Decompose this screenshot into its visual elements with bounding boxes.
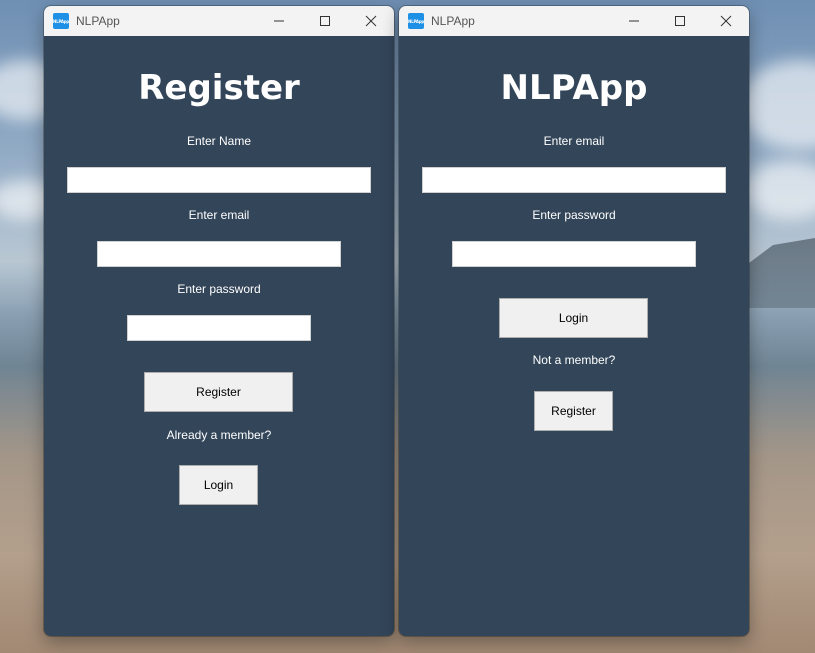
desktop-background: NLPApp NLPApp Register Enter Name Enter … bbox=[0, 0, 815, 653]
login-window: NLPApp NLPApp NLPApp Enter email Enter p… bbox=[399, 6, 749, 636]
password-field[interactable] bbox=[452, 241, 696, 267]
login-button[interactable]: Login bbox=[499, 298, 648, 338]
app-icon-text: NLPApp bbox=[52, 18, 70, 24]
login-form: NLPApp Enter email Enter password Login … bbox=[399, 36, 749, 636]
member-prompt: Not a member? bbox=[532, 353, 616, 367]
login-button[interactable]: Login bbox=[179, 465, 258, 505]
window-title: NLPApp bbox=[76, 14, 120, 28]
login-window-titlebar[interactable]: NLPApp NLPApp bbox=[399, 6, 749, 36]
password-label: Enter password bbox=[177, 282, 261, 296]
maximize-icon[interactable] bbox=[302, 6, 348, 36]
name-label: Enter Name bbox=[186, 134, 252, 148]
close-icon[interactable] bbox=[703, 6, 749, 36]
password-label: Enter password bbox=[532, 208, 616, 222]
window-controls bbox=[256, 6, 394, 36]
register-button[interactable]: Register bbox=[534, 391, 613, 431]
page-title: Register bbox=[138, 68, 300, 108]
window-controls bbox=[611, 6, 749, 36]
close-icon[interactable] bbox=[348, 6, 394, 36]
password-field[interactable] bbox=[127, 315, 311, 341]
register-window-titlebar[interactable]: NLPApp NLPApp bbox=[44, 6, 394, 36]
email-label: Enter email bbox=[188, 208, 250, 222]
register-form: Register Enter Name Enter email Enter pa… bbox=[44, 36, 394, 636]
member-prompt: Already a member? bbox=[166, 428, 272, 442]
window-title: NLPApp bbox=[431, 14, 475, 28]
minimize-icon[interactable] bbox=[256, 6, 302, 36]
email-field[interactable] bbox=[422, 167, 726, 193]
mountain bbox=[745, 238, 815, 308]
minimize-icon[interactable] bbox=[611, 6, 657, 36]
name-field[interactable] bbox=[67, 167, 371, 193]
register-window: NLPApp NLPApp Register Enter Name Enter … bbox=[44, 6, 394, 636]
email-label: Enter email bbox=[543, 134, 605, 148]
maximize-icon[interactable] bbox=[657, 6, 703, 36]
app-icon: NLPApp bbox=[53, 13, 69, 29]
register-button[interactable]: Register bbox=[144, 372, 293, 412]
cloud bbox=[745, 160, 815, 220]
email-field[interactable] bbox=[97, 241, 341, 267]
app-icon-text: NLPApp bbox=[407, 18, 425, 24]
cloud bbox=[740, 60, 815, 150]
app-icon: NLPApp bbox=[408, 13, 424, 29]
page-title: NLPApp bbox=[500, 68, 648, 108]
